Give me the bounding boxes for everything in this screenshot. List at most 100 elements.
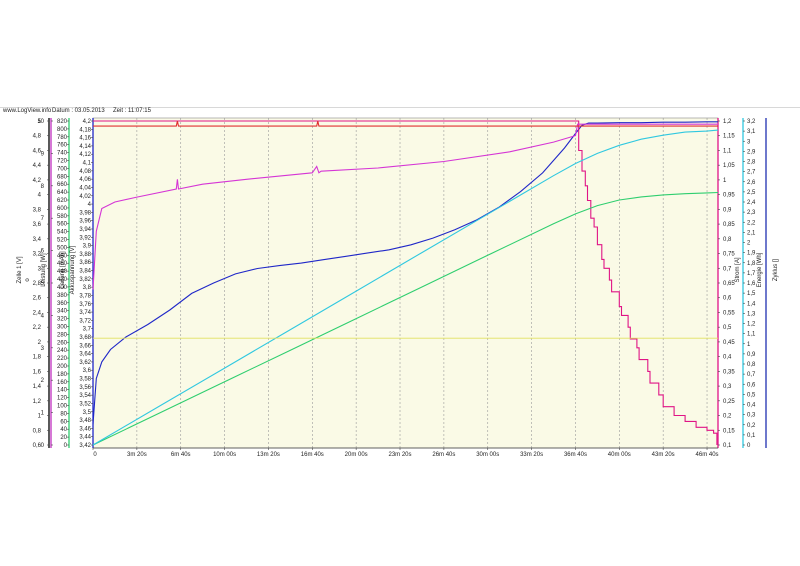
x-tick-label: 20m 00s xyxy=(345,452,368,458)
axis-tick-label: 3,4 xyxy=(33,237,42,243)
axis-tick-label: 4,1 xyxy=(83,161,92,167)
axis-tick-label: 3,2 xyxy=(747,119,756,125)
axis-tick-label: 1 xyxy=(41,411,45,417)
axis-tick-label: 0,45 xyxy=(723,340,735,346)
x-axis: 0 3m 20s 6m 40s 10m 00s 13m 20s 16m 40s 20m 00… xyxy=(92,447,719,458)
axis-tick-label: 3,1 xyxy=(747,129,756,135)
axis-title-strom: Strom [A] xyxy=(735,257,741,282)
axis-tick-label: 3,6 xyxy=(33,222,42,228)
axis-tick-label: 4,18 xyxy=(79,127,91,133)
x-tick-label: 30m 00s xyxy=(476,452,499,458)
axis-tick-label: 3,54 xyxy=(79,393,91,399)
axis-marker: o xyxy=(25,278,31,282)
axis-tick-label: 40 xyxy=(60,427,67,433)
x-tick-label: 10m 00s xyxy=(213,452,236,458)
axis-tick-label: 3,68 xyxy=(79,335,91,341)
x-tick-label: 36m 40s xyxy=(564,452,587,458)
axis-tick-label: 2,2 xyxy=(33,325,42,331)
axis-tick-label: 1,8 xyxy=(747,261,756,267)
axis-tick-label: 3,56 xyxy=(79,385,91,391)
axis-tick-label: 0 xyxy=(747,443,751,449)
axis-tick-label: 4,2 xyxy=(83,119,92,125)
axis-tick-label: 3,48 xyxy=(79,418,91,424)
x-tick-label: 26m 40s xyxy=(432,452,455,458)
axis-tick-label: 4,04 xyxy=(79,185,91,191)
axis-zyklus: Zyklus [] xyxy=(765,118,779,448)
axis-tick-label: 180 xyxy=(57,372,68,378)
axis-tick-label: 3,8 xyxy=(83,285,92,291)
axis-akku: 4,2 4,18 4,16 4,14 4,12 4,1 4,08 4,06 4,04 4,02 4 3… xyxy=(70,118,94,449)
axis-tick-label: 3,64 xyxy=(79,352,91,358)
axis-tick-label: 0,3 xyxy=(723,384,732,390)
axis-tick-label: 1,15 xyxy=(723,134,735,140)
axis-strom: 1,2 1,15 1,1 1,05 1 0,95 0,9 0,85 0,8 0,75 0,7 0,65… xyxy=(717,118,741,449)
axis-tick-label: 2,5 xyxy=(747,190,756,196)
axis-tick-label: 3,72 xyxy=(79,318,91,324)
axis-tick-label: 4,8 xyxy=(33,134,42,140)
axis-tick-label: 3,46 xyxy=(79,426,91,432)
axis-tick-label: 0,9 xyxy=(723,207,732,213)
axis-tick-label: 0,4 xyxy=(723,355,732,361)
axis-tick-label: 1,3 xyxy=(747,311,756,317)
x-tick-label: 0 xyxy=(93,452,97,458)
axis-tick-label: 0,5 xyxy=(747,392,756,398)
axis-tick-label: 0,65 xyxy=(723,281,735,287)
axis-tick-label: 2,1 xyxy=(747,230,756,236)
axis-tick-label: 1,1 xyxy=(747,332,756,338)
axis-tick-label: 600 xyxy=(57,206,68,212)
x-tick-label: 16m 40s xyxy=(301,452,324,458)
axis-tick-label: 2,7 xyxy=(747,170,756,176)
axis-tick-label: 1,4 xyxy=(33,384,42,390)
axis-tick-label: 2,9 xyxy=(747,149,756,155)
axis-tick-label: 0,55 xyxy=(723,310,735,316)
axis-tick-label: 8 xyxy=(41,184,45,190)
axis-tick-label: 1 xyxy=(723,178,727,184)
axis-tick-label: 0,75 xyxy=(723,252,735,258)
axis-tick-label: 0,95 xyxy=(723,193,735,199)
axis-tick-label: 240 xyxy=(57,348,68,354)
x-tick-label: 13m 20s xyxy=(257,452,280,458)
axis-tick-label: 1,7 xyxy=(747,271,756,277)
x-tick-label: 43m 20s xyxy=(652,452,675,458)
axis-tick-label: 3,66 xyxy=(79,343,91,349)
axis-tick-label: 3,98 xyxy=(79,210,91,216)
x-tick-label: 6m 40s xyxy=(171,452,191,458)
axis-tick-label: 820 xyxy=(57,119,68,125)
axis-tick-label: 4 xyxy=(88,202,92,208)
axis-tick-label: 0,8 xyxy=(747,362,756,368)
axis-tick-label: 220 xyxy=(57,356,68,362)
axis-tick-label: 2,8 xyxy=(747,160,756,166)
axis-tick-label: 160 xyxy=(57,380,68,386)
axis-tick-label: 0,25 xyxy=(723,399,735,405)
axis-tick-label: 3,7 xyxy=(83,327,92,333)
axis-tick-label: 0,85 xyxy=(723,222,735,228)
axis-tick-label: 3,8 xyxy=(33,207,42,213)
x-tick-label: 23m 20s xyxy=(389,452,412,458)
axis-tick-label: 300 xyxy=(57,324,68,330)
axis-tick-label: 1,5 xyxy=(747,291,756,297)
axis-tick-label: 360 xyxy=(57,301,68,307)
axis-tick-label: 0,5 xyxy=(723,325,732,331)
axis-tick-label: 800 xyxy=(57,127,68,133)
axis-tick-label: 540 xyxy=(57,230,68,236)
axis-tick-label: 3 xyxy=(747,139,751,145)
x-tick-label: 40m 00s xyxy=(608,452,631,458)
axis-tick-label: 2 xyxy=(41,378,45,384)
axis-tick-label: 9 xyxy=(41,151,45,157)
axis-tick-label: 100 xyxy=(57,403,68,409)
axis-tick-label: 2,2 xyxy=(747,220,756,226)
axis-tick-label: 0,3 xyxy=(747,413,756,419)
axis-tick-label: 660 xyxy=(57,182,68,188)
axis-title-leistung: Leistung [W] xyxy=(41,253,47,287)
axis-tick-label: 500 xyxy=(57,245,68,251)
axis-tick-label: 4 xyxy=(41,313,45,319)
axis-tick-label: 0,6 xyxy=(723,296,732,302)
logview-chart: 54,84,64,44,243,83,63,43,232,82,62,42,22… xyxy=(17,117,779,458)
axis-tick-label: 0,6 xyxy=(747,382,756,388)
axis-tick-label: 4,06 xyxy=(79,177,91,183)
x-tick-label: 3m 20s xyxy=(127,452,147,458)
axis-tick-label: 7 xyxy=(41,216,45,222)
axis-tick-label: 1,6 xyxy=(747,281,756,287)
axis-tick-label: 320 xyxy=(57,317,68,323)
axis-tick-label: 680 xyxy=(57,174,68,180)
